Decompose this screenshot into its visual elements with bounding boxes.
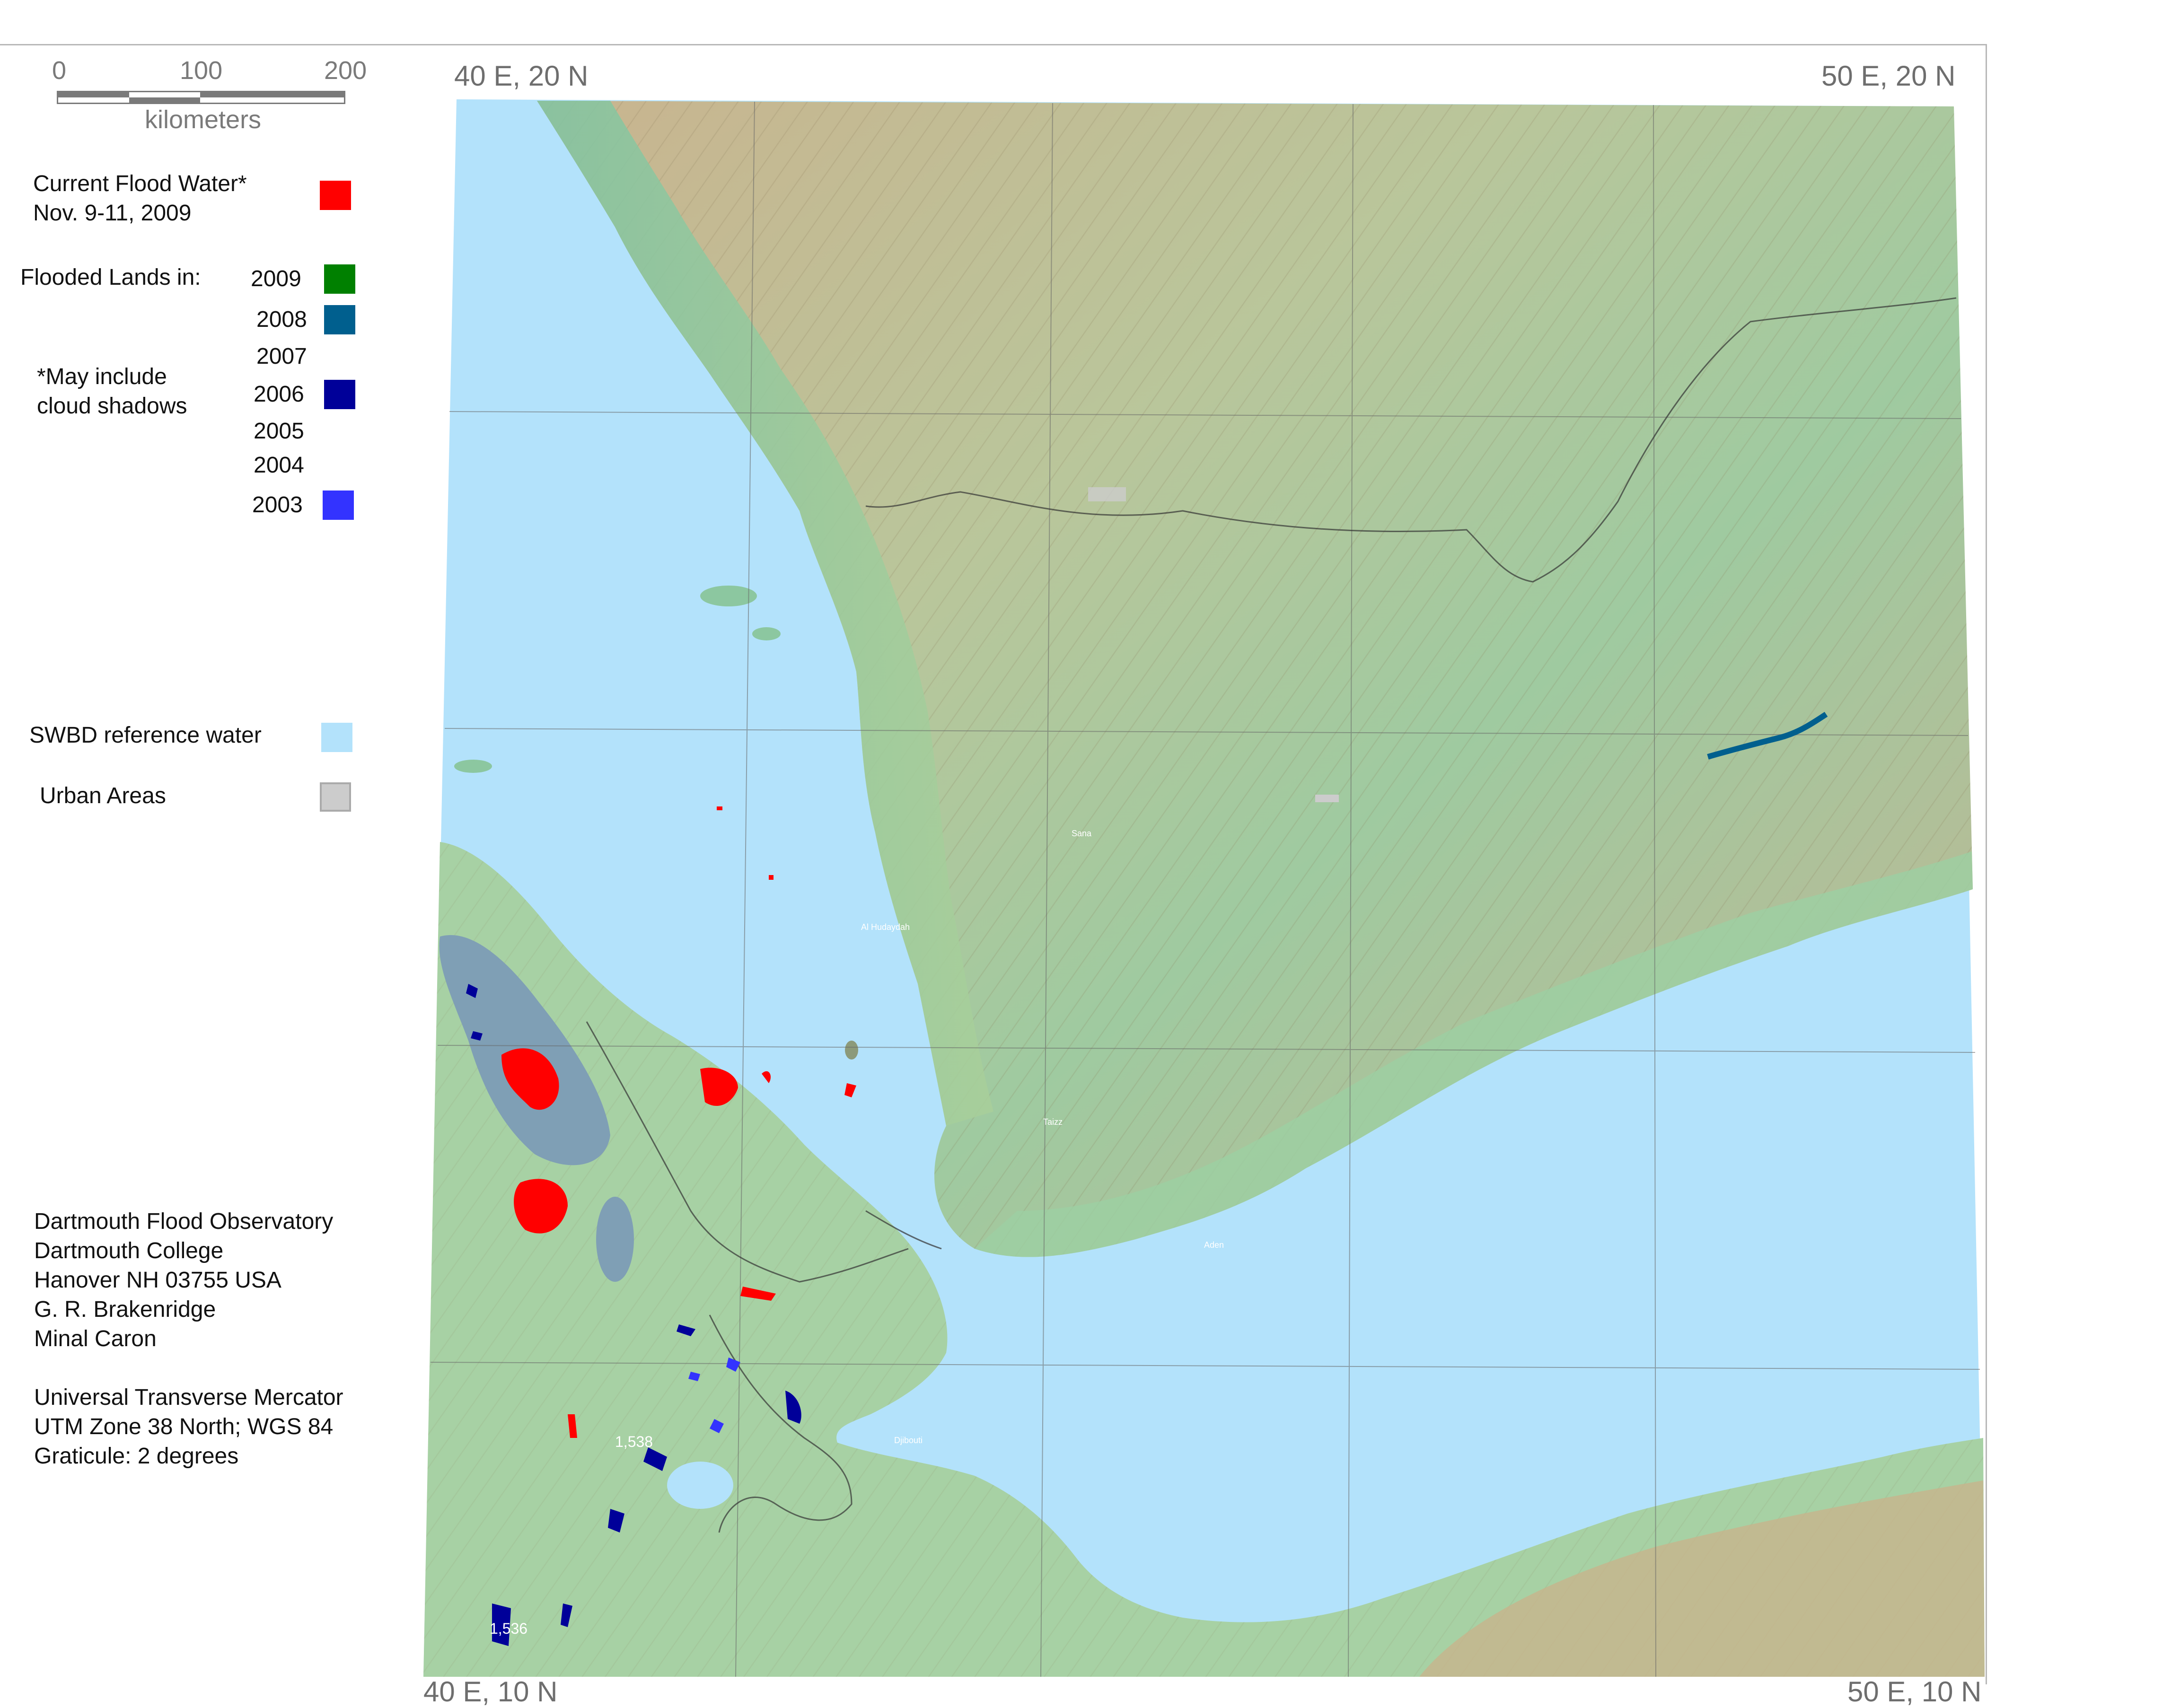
credit-line: Graticule: 2 degrees — [34, 1444, 239, 1469]
legend-year-2004: 2004 — [254, 453, 304, 478]
city-label-hudaydah: Al Hudaydah — [861, 922, 910, 932]
scale-bar — [57, 91, 345, 104]
city-label-djibouti: Djibouti — [894, 1436, 923, 1445]
credit-line: Hanover NH 03755 USA — [34, 1268, 281, 1293]
legend-swatch-2008 — [324, 305, 355, 334]
legend-swatch-2009 — [324, 264, 355, 294]
legend-year-2007: 2007 — [256, 344, 307, 369]
lake-abbe-basin — [667, 1462, 733, 1509]
legend-swatch-2003 — [323, 491, 354, 520]
corner-label-ne: 50 E, 20 N — [1821, 60, 1956, 92]
lake-basin — [596, 1197, 634, 1282]
legend-urban-label: Urban Areas — [40, 783, 166, 808]
urban-area-sana — [1315, 795, 1339, 802]
credit-line: Minal Caron — [34, 1326, 157, 1351]
legend-swatch-current-flood — [320, 181, 351, 210]
city-label-taizz: Taizz — [1043, 1117, 1063, 1127]
island-2 — [454, 760, 492, 773]
island-kamaran — [845, 1041, 858, 1060]
credit-line: Universal Transverse Mercator — [34, 1385, 343, 1410]
legend-year-2006: 2006 — [254, 382, 304, 407]
credit-line: Dartmouth Flood Observatory — [34, 1209, 334, 1234]
legend-swatch-urban — [320, 782, 351, 812]
scale-tick-100: 100 — [180, 56, 223, 85]
legend-flooded-lands-label: Flooded Lands in: — [20, 265, 201, 290]
urban-area-najran — [1088, 487, 1126, 501]
scale-tick-200: 200 — [324, 56, 367, 85]
corner-label-se: 50 E, 10 N — [1847, 1676, 1982, 1708]
city-label-sana: Sana — [1072, 829, 1092, 838]
city-label-aden: Aden — [1204, 1240, 1224, 1250]
legend-swatch-2006 — [324, 380, 355, 409]
credit-line: UTM Zone 38 North; WGS 84 — [34, 1414, 334, 1439]
corner-label-sw: 40 E, 10 N — [423, 1676, 558, 1708]
legend-year-2003: 2003 — [252, 492, 303, 517]
credit-line — [34, 1354, 343, 1383]
credits-block: Dartmouth Flood Observatory Dartmouth Co… — [34, 1207, 343, 1471]
legend-current-flood-label: Current Flood Water* Nov. 9-11, 2009 — [33, 171, 247, 226]
legend-year-2009: 2009 — [251, 266, 301, 291]
legend-year-2008: 2008 — [256, 307, 307, 332]
legend-swbd-label: SWBD reference water — [29, 723, 262, 748]
credit-line: Dartmouth College — [34, 1238, 224, 1263]
legend-note: *May include cloud shadows — [37, 364, 187, 419]
corner-label-nw: 40 E, 20 N — [454, 60, 589, 92]
credit-line: G. R. Brakenridge — [34, 1297, 216, 1322]
elevation-label-2: 1,536 — [490, 1620, 528, 1637]
legend-year-2005: 2005 — [254, 419, 304, 444]
scale-unit-label: kilometers — [145, 105, 262, 134]
elevation-label-1: 1,538 — [615, 1433, 653, 1450]
farasan-islands — [752, 627, 781, 640]
scale-tick-0: 0 — [52, 56, 67, 85]
legend-swatch-swbd — [321, 723, 352, 752]
